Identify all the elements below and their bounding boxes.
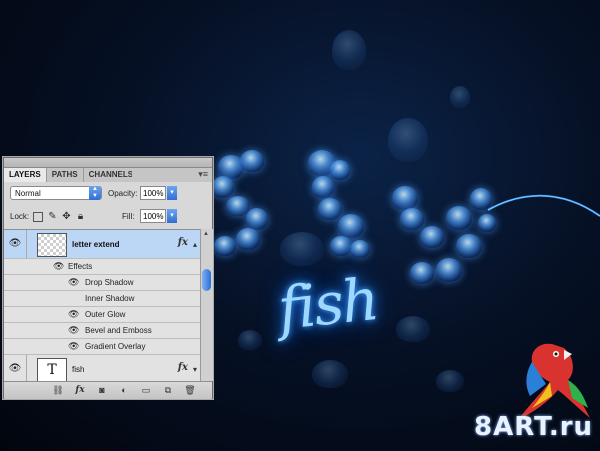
blend-mode-select[interactable]: Normal ▲ ▼ <box>10 186 102 200</box>
layer-name[interactable]: letter extend <box>72 240 120 249</box>
effect-eye-icon[interactable]: 👁︎ <box>68 325 79 336</box>
opacity-label: Opacity: <box>108 189 138 198</box>
fish-art-text: fish <box>274 265 381 343</box>
lock-pixels-icon[interactable]: ✎ <box>47 211 58 222</box>
blend-row: Normal ▲ ▼ Opacity: 100% ▾ <box>4 183 212 205</box>
fill-arrow-icon[interactable]: ▾ <box>167 209 177 223</box>
layers-scrollbar[interactable]: ▲ <box>200 229 213 381</box>
eye-divider <box>26 355 27 382</box>
new-layer-icon[interactable]: ⧉ <box>162 385 174 396</box>
panel-title-bar[interactable] <box>4 158 212 168</box>
layer-name[interactable]: fish <box>72 365 84 374</box>
effect-name: Drop Shadow <box>85 278 134 287</box>
blend-mode-stepper-icon[interactable]: ▲ ▼ <box>89 186 101 200</box>
delete-layer-icon[interactable]: 🗑︎ <box>184 385 196 396</box>
text-layer-thumbnail: T <box>37 358 67 382</box>
fx-icon[interactable]: fx <box>178 237 188 248</box>
text-layer-glyph: T <box>47 362 57 378</box>
visibility-eye-icon[interactable]: 👁︎ <box>8 239 22 249</box>
effect-row-drop-shadow[interactable]: 👁︎ Drop Shadow <box>4 275 200 291</box>
lock-position-icon[interactable]: ✥ <box>61 211 72 222</box>
layers-panel: LAYERS PATHS CHANNELS ▾≡ Normal ▲ ▼ Opaci… <box>3 157 213 399</box>
lock-row: Lock: ✎ ✥ 🔒︎ Fill: 100% ▾ <box>4 207 212 227</box>
effect-row-bevel-and-emboss[interactable]: 👁︎ Bevel and Emboss <box>4 323 200 339</box>
effect-row-outer-glow[interactable]: 👁︎ Outer Glow <box>4 307 200 323</box>
scroll-up-icon[interactable]: ▲ <box>203 231 209 237</box>
layer-row-fish[interactable]: 👁︎ T fish fx ▾ <box>4 355 200 382</box>
visibility-eye-icon[interactable]: 👁︎ <box>8 364 22 374</box>
fill-input[interactable]: 100% <box>140 209 166 223</box>
layer-thumbnail <box>37 233 67 257</box>
tab-channels[interactable]: CHANNELS <box>83 168 140 182</box>
link-layers-icon[interactable]: ⛓ <box>52 385 64 396</box>
add-mask-icon[interactable]: ◙ <box>96 385 108 396</box>
panel-menu-icon[interactable]: ▾≡ <box>198 169 208 180</box>
lock-transparent-icon[interactable] <box>33 212 43 222</box>
effects-label: Effects <box>68 262 93 271</box>
new-group-icon[interactable]: ▭ <box>140 385 152 396</box>
panel-tabs: LAYERS PATHS CHANNELS <box>4 168 140 182</box>
tab-paths[interactable]: PATHS <box>46 168 84 182</box>
blend-mode-value: Normal <box>15 189 41 198</box>
effect-eye-icon[interactable]: 👁︎ <box>68 277 79 288</box>
add-style-icon[interactable]: fx <box>74 385 86 396</box>
effect-name: Gradient Overlay <box>85 342 146 351</box>
opacity-arrow-icon[interactable]: ▾ <box>167 186 177 200</box>
effect-eye-icon[interactable]: 👁︎ <box>68 309 79 320</box>
fill-label: Fill: <box>122 212 135 221</box>
fx-icon[interactable]: fx <box>178 362 188 373</box>
lock-all-icon[interactable]: 🔒︎ <box>75 211 86 222</box>
effect-row-inner-shadow[interactable]: Inner Shadow <box>4 291 200 307</box>
collapse-chevron-icon[interactable]: ▴ <box>193 240 197 249</box>
effect-name: Inner Shadow <box>85 294 135 303</box>
layer-row-letter-extend[interactable]: 👁︎ letter extend fx ▴ <box>4 230 200 259</box>
tab-layers[interactable]: LAYERS <box>4 168 47 182</box>
effect-row-gradient-overlay[interactable]: 👁︎ Gradient Overlay <box>4 339 200 355</box>
effects-eye-icon[interactable]: 👁︎ <box>53 261 64 272</box>
panel-bottom-bar: ⛓ fx ◙ ◐ ▭ ⧉ 🗑︎ <box>4 381 212 399</box>
watermark: 8ART.ru <box>474 412 594 442</box>
expand-chevron-icon[interactable]: ▾ <box>193 365 197 374</box>
effect-name: Outer Glow <box>85 310 126 319</box>
scroll-thumb[interactable] <box>202 269 211 291</box>
lock-label: Lock: <box>10 212 30 221</box>
opacity-input[interactable]: 100% <box>140 186 166 200</box>
eye-divider <box>26 230 27 258</box>
effect-name: Bevel and Emboss <box>85 326 152 335</box>
effects-header-row[interactable]: 👁︎ Effects <box>4 259 200 275</box>
adjustment-layer-icon[interactable]: ◐ <box>118 385 130 396</box>
effect-eye-icon[interactable]: 👁︎ <box>68 341 79 352</box>
layers-list: 👁︎ letter extend fx ▴ 👁︎ Effects 👁︎ Drop… <box>4 229 200 382</box>
